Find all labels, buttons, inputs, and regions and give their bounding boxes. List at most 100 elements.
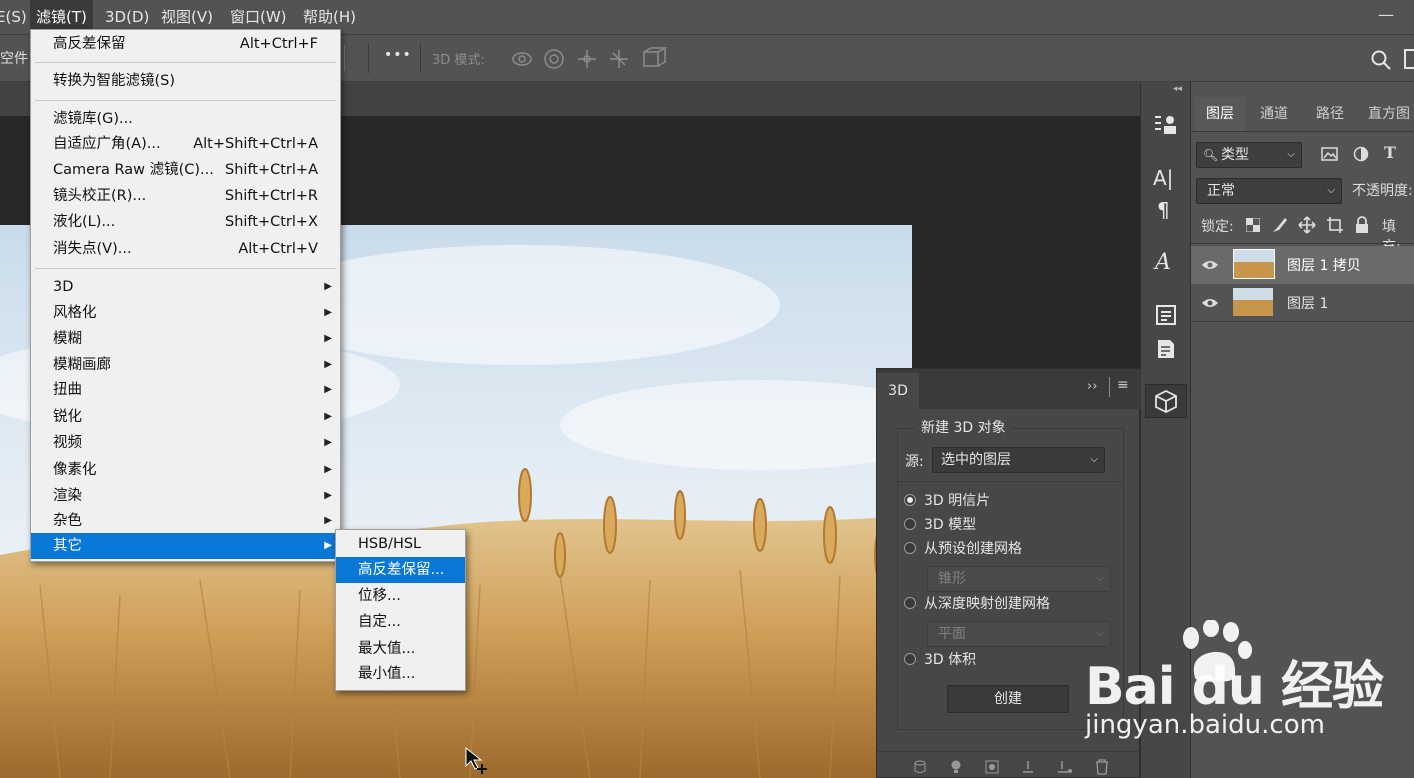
layer-filter-value: 类型: [1221, 147, 1249, 163]
submenu-item-hsb-hsl[interactable]: HSB/HSL: [336, 531, 465, 557]
tab-paths[interactable]: 路径: [1303, 97, 1357, 131]
menu-item-pixelate[interactable]: 像素化 ▶: [31, 457, 340, 483]
submenu-item-label: 最大值...: [358, 641, 416, 657]
depth-map-value: 平面: [938, 626, 966, 642]
submenu-arrow-icon: ▶: [324, 411, 332, 422]
tab-histogram[interactable]: 直方图: [1359, 97, 1414, 131]
3d-panel-footer: [877, 751, 1139, 778]
notes-icon[interactable]: [1155, 304, 1177, 326]
menu-item-adaptive-wide-angle[interactable]: 自适应广角(A)... Alt+Shift+Ctrl+A: [31, 131, 340, 157]
material-icon[interactable]: [985, 760, 999, 774]
more-options-icon[interactable]: •••: [384, 47, 412, 63]
menu-item-render[interactable]: 渲染 ▶: [31, 483, 340, 509]
image-filter-icon[interactable]: [1321, 146, 1339, 162]
scene-filter-icon[interactable]: [913, 760, 927, 774]
menu-item-label: 渲染: [53, 488, 82, 504]
panel-expand-icon[interactable]: ››: [1087, 379, 1097, 394]
menu-item-3d[interactable]: 3D ▶: [31, 274, 340, 300]
minimize-icon[interactable]: —: [1378, 7, 1394, 23]
submenu-arrow-icon: ▶: [324, 359, 332, 370]
submenu-item-custom[interactable]: 自定...: [336, 609, 465, 635]
adjustment-filter-icon[interactable]: [1353, 146, 1369, 162]
drop-to-plane-icon[interactable]: [1057, 760, 1073, 774]
roll-3d-icon[interactable]: [544, 49, 564, 69]
drag-3d-icon[interactable]: [578, 50, 596, 68]
collapse-panels-icon[interactable]: ◂◂: [1173, 84, 1182, 94]
radio-3d-volume[interactable]: [904, 653, 916, 665]
menu-item-liquify[interactable]: 液化(L)... Shift+Ctrl+X: [31, 209, 340, 235]
character-icon[interactable]: A|: [1153, 166, 1173, 190]
menu-item-sharpen[interactable]: 锐化 ▶: [31, 404, 340, 430]
menu-item-camera-raw[interactable]: Camera Raw 滤镜(C)... Shift+Ctrl+A: [31, 157, 340, 183]
eye-icon[interactable]: [1201, 296, 1219, 310]
layer-row[interactable]: 图层 1: [1191, 284, 1414, 322]
radio-preset-mesh[interactable]: [904, 542, 916, 554]
submenu-item-minimum[interactable]: 最小值...: [336, 661, 465, 687]
menu-item-high-pass-last[interactable]: 高反差保留 Alt+Ctrl+F: [31, 31, 340, 57]
menu-item-label: 液化(L)...: [53, 214, 116, 230]
menu-item-label: 锐化: [53, 409, 82, 425]
menu-item-filter-gallery[interactable]: 滤镜库(G)...: [31, 106, 340, 132]
layer-thumbnail: [1233, 288, 1275, 316]
menu-item-stylize[interactable]: 风格化 ▶: [31, 300, 340, 326]
menu-item-video[interactable]: 视频 ▶: [31, 430, 340, 456]
paragraph-icon[interactable]: ¶: [1157, 198, 1170, 222]
menu-item-vanishing-point[interactable]: 消失点(V)... Alt+Ctrl+V: [31, 236, 340, 262]
lock-all-icon[interactable]: [1354, 216, 1370, 234]
layer-row[interactable]: 图层 1 拷贝: [1191, 246, 1414, 284]
history-icon[interactable]: [1155, 338, 1177, 360]
menubar-select[interactable]: E(S): [0, 0, 33, 34]
glyphs-icon[interactable]: A: [1155, 250, 1171, 275]
lock-label: 锁定:: [1201, 219, 1234, 235]
menu-item-label: 高反差保留: [53, 36, 126, 52]
menu-item-noise[interactable]: 杂色 ▶: [31, 508, 340, 534]
submenu-item-maximum[interactable]: 最大值...: [336, 636, 465, 662]
menu-item-convert-smart-filter[interactable]: 转换为智能滤镜(S): [31, 68, 340, 94]
radio-3d-postcard[interactable]: [904, 494, 916, 506]
chevron-down-icon: ⌵: [1327, 185, 1335, 196]
3d-cube-icon: [1155, 389, 1177, 414]
slide-3d-icon[interactable]: [610, 50, 628, 68]
tab-3d[interactable]: 3D: [877, 373, 919, 409]
tab-channels[interactable]: 通道: [1247, 97, 1301, 131]
lock-transparent-icon[interactable]: [1246, 218, 1260, 232]
menu-item-other[interactable]: 其它 ▶: [31, 533, 340, 559]
depth-map-select[interactable]: 平面 ⌵: [927, 621, 1111, 647]
eye-icon[interactable]: [1201, 258, 1219, 272]
menu-item-label: 滤镜库(G)...: [53, 111, 133, 127]
type-filter-icon[interactable]: T: [1384, 143, 1396, 162]
tab-layers[interactable]: 图层: [1195, 97, 1245, 131]
lock-position-icon[interactable]: [1298, 216, 1316, 234]
submenu-item-label: HSB/HSL: [358, 536, 422, 552]
3d-panel-button[interactable]: [1145, 384, 1187, 418]
submenu-item-high-pass[interactable]: 高反差保留...: [336, 557, 465, 583]
scale-3d-icon[interactable]: [643, 47, 668, 67]
light-bulb-icon[interactable]: [949, 760, 963, 774]
lock-pixels-icon[interactable]: [1271, 216, 1289, 234]
menu-item-lens-correction[interactable]: 镜头校正(R)... Shift+Ctrl+R: [31, 183, 340, 209]
properties-icon[interactable]: [1153, 112, 1179, 138]
menu-item-blur-gallery[interactable]: 模糊画廊 ▶: [31, 352, 340, 378]
align-icon[interactable]: [344, 45, 347, 71]
preset-mesh-select[interactable]: 锥形 ⌵: [927, 566, 1111, 592]
submenu-arrow-icon: ▶: [324, 515, 332, 526]
blend-mode-select[interactable]: 正常 ⌵: [1196, 178, 1342, 204]
submenu-arrow-icon: ▶: [324, 384, 332, 395]
lock-artboard-icon[interactable]: [1326, 216, 1344, 234]
submenu-item-offset[interactable]: 位移...: [336, 583, 465, 609]
menu-item-blur[interactable]: 模糊 ▶: [31, 326, 340, 352]
trash-icon[interactable]: [1095, 759, 1109, 775]
search-icon: 🔍︎: [1203, 148, 1219, 162]
create-button[interactable]: 创建: [947, 685, 1069, 713]
radio-label: 从预设创建网格: [924, 541, 1022, 557]
menu-item-distort[interactable]: 扭曲 ▶: [31, 377, 340, 403]
orbit-3d-icon[interactable]: [512, 52, 532, 66]
radio-depth-map-mesh[interactable]: [904, 597, 916, 609]
search-icon[interactable]: [1370, 49, 1392, 71]
source-select[interactable]: 选中的图层 ⌵: [932, 447, 1105, 473]
workspace-icon[interactable]: [1404, 49, 1414, 69]
radio-3d-model[interactable]: [904, 518, 916, 530]
layer-filter-select[interactable]: 🔍︎ 类型 ⌵: [1196, 142, 1302, 168]
panel-menu-icon[interactable]: ≡: [1117, 377, 1129, 393]
ground-plane-icon[interactable]: [1021, 760, 1035, 774]
